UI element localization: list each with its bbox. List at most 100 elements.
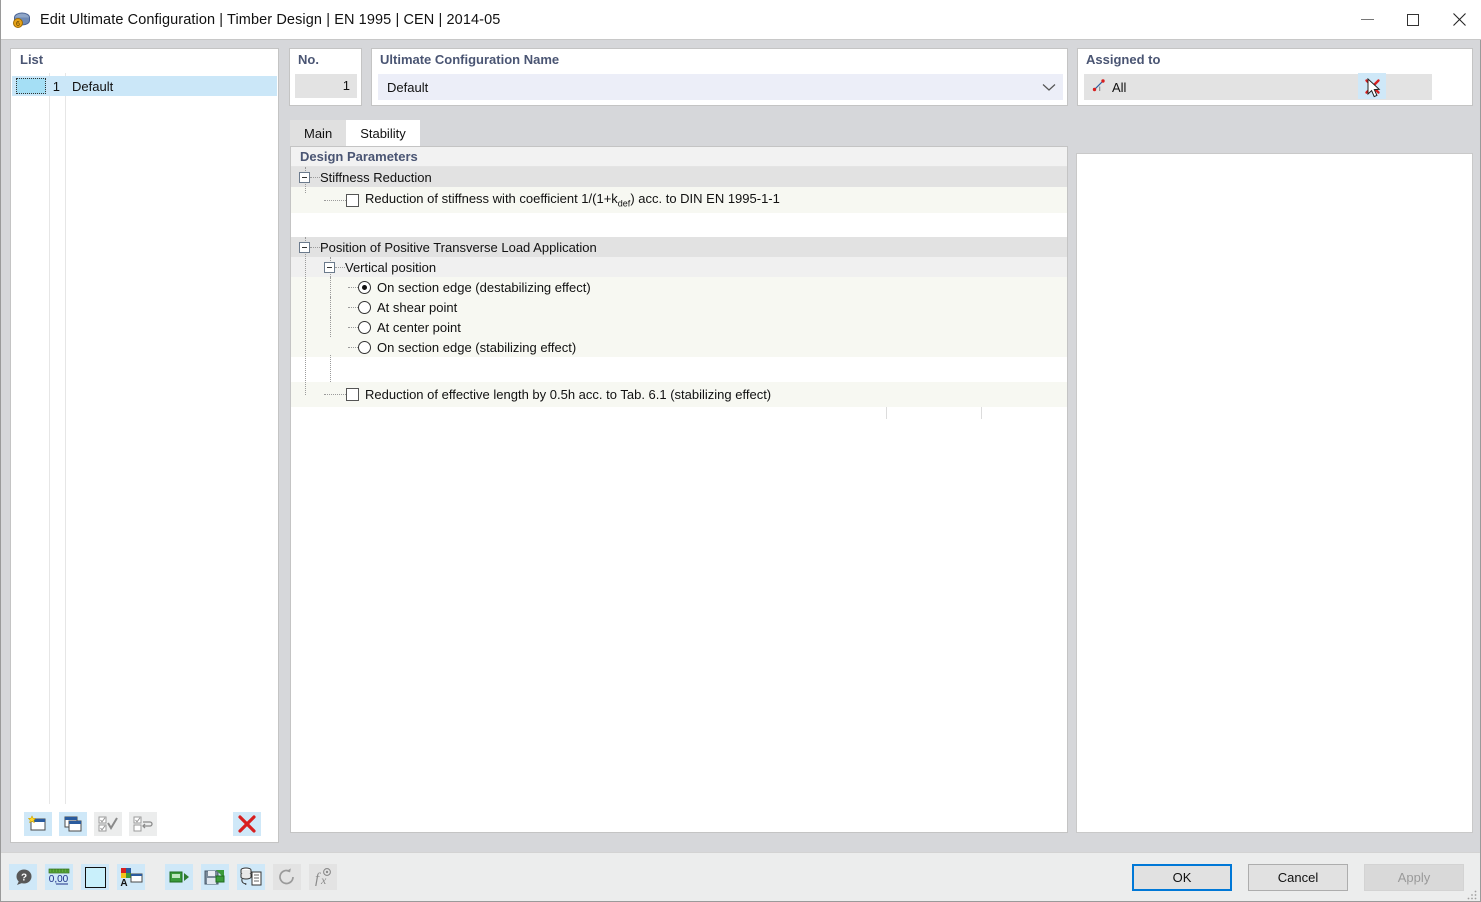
collapse-icon[interactable] (299, 241, 310, 253)
tab-bar: Main Stability (290, 120, 420, 146)
radio-row-at-center-point[interactable]: At center point (291, 297, 1067, 337)
subgroup-row-vertical-position[interactable]: Vertical position (291, 237, 1067, 277)
name-combobox-value: Default (387, 79, 429, 95)
list-item-label: Default (72, 78, 114, 94)
apply-button: Apply (1364, 863, 1464, 891)
maximize-icon (1407, 13, 1419, 26)
tree-dash (348, 326, 358, 328)
save-green-icon (204, 869, 225, 884)
window-controls (1344, 0, 1481, 40)
stiffness-reduction-label: Reduction of stiffness with coefficient … (365, 191, 780, 209)
database-report-button[interactable] (237, 864, 265, 890)
maximize-button[interactable] (1390, 0, 1436, 40)
copy-window-icon (64, 816, 82, 832)
import-button[interactable] (165, 864, 193, 890)
svg-text:I: I (1099, 87, 1101, 92)
tab-stability[interactable]: Stability (346, 120, 420, 146)
units-0-00-icon: 0,00 (48, 868, 70, 885)
tree-dash (348, 306, 358, 308)
new-configuration-button[interactable] (24, 812, 52, 836)
dialog-buttons: OK Cancel Apply (1116, 863, 1480, 891)
list-panel: List 1 Default (10, 48, 279, 843)
database-document-icon (240, 867, 262, 886)
radio-row-on-section-edge-destabilizing[interactable]: On section edge (destabilizing effect) (291, 257, 1067, 297)
reset-button (273, 864, 301, 890)
group-row-load-application[interactable]: Position of Positive Transverse Load App… (291, 237, 1067, 257)
chevron-down-icon (1042, 80, 1056, 95)
spacer-row (291, 213, 1067, 237)
preview-panel (1076, 153, 1473, 833)
assigned-to-label: Assigned to (1086, 52, 1161, 67)
display-properties-button[interactable]: A (117, 864, 145, 890)
red-x-icon (238, 815, 256, 833)
copy-configuration-button[interactable] (59, 812, 87, 836)
svg-text:0,00: 0,00 (49, 874, 69, 885)
parameter-row-effective-length-reduction-checkbox[interactable]: Reduction of effective length by 0.5h ac… (291, 242, 1067, 407)
vertical-position-radio-section-edge-destabilizing[interactable] (358, 280, 371, 294)
tree-dash (324, 199, 346, 201)
effective-length-reduction-checkbox[interactable] (346, 388, 359, 401)
fx-icon: f x (315, 868, 331, 887)
design-parameters-header: Design Parameters (291, 147, 1067, 167)
help-button[interactable]: ? (9, 864, 37, 890)
tab-main[interactable]: Main (290, 120, 347, 146)
question-bubble-icon: ? (16, 869, 31, 885)
tree-guide-vertical (304, 242, 306, 395)
radio-row-on-section-edge-stabilizing[interactable]: On section edge (stabilizing effect) (291, 317, 1067, 357)
row-selection-marker (16, 78, 46, 94)
bottom-toolbar: ? 0,00 A f x OK Cancel Apply (1, 852, 1480, 901)
tree-dash (348, 286, 358, 288)
undo-circle-icon (279, 868, 294, 885)
tree-dash (310, 176, 320, 178)
export-button[interactable] (201, 864, 229, 890)
units-decimal-places-button[interactable]: 0,00 (45, 864, 73, 890)
tree-dash (310, 246, 320, 248)
name-combobox[interactable]: Default (378, 74, 1063, 100)
design-parameters-panel: Design Parameters Stiffness Reduction Re… (290, 146, 1068, 833)
vertical-position-radio-shear-point[interactable] (358, 300, 371, 314)
radio-row-at-shear-point[interactable]: At shear point (291, 277, 1067, 317)
edit-ultimate-configuration-dialog: 6 Edit Ultimate Configuration | Timber D… (0, 0, 1481, 902)
number-field-panel: No. 1 (289, 48, 362, 106)
group-label: Position of Positive Transverse Load App… (320, 239, 597, 255)
vertical-position-radio-section-edge-stabilizing[interactable] (358, 340, 371, 354)
tree-dash (348, 346, 358, 348)
svg-text:?: ? (20, 872, 26, 883)
assigned-to-value: All (1112, 79, 1127, 95)
radio-label: On section edge (stabilizing effect) (377, 339, 577, 355)
radio-label: At shear point (377, 299, 458, 315)
new-window-star-icon (28, 815, 46, 831)
tree-dash (335, 266, 345, 268)
invert-selection-button (129, 812, 157, 836)
list-column-separator-2 (65, 73, 66, 804)
radio-label: On section edge (destabilizing effect) (377, 279, 591, 295)
list-panel-header: List (11, 49, 278, 71)
ok-button[interactable]: OK (1132, 863, 1232, 891)
collapse-icon[interactable] (299, 171, 310, 183)
tree-guide-vertical (329, 317, 331, 337)
cancel-button[interactable]: Cancel (1248, 863, 1348, 891)
number-field-value[interactable]: 1 (295, 74, 357, 98)
vertical-position-radio-center-point[interactable] (358, 320, 371, 334)
list-item[interactable]: 1 Default (12, 76, 277, 96)
resize-grip-icon[interactable] (1467, 888, 1477, 900)
minimize-button[interactable] (1344, 0, 1390, 40)
window-title: Edit Ultimate Configuration | Timber Des… (40, 11, 501, 28)
formula-button: f x (309, 864, 337, 890)
group-label: Stiffness Reduction (320, 169, 432, 185)
list-item-number: 1 (52, 78, 60, 94)
number-field-label: No. (298, 52, 319, 67)
group-row-stiffness-reduction[interactable]: Stiffness Reduction (291, 167, 1067, 187)
stiffness-reduction-checkbox[interactable] (346, 193, 359, 207)
mouse-cursor-icon (1367, 77, 1383, 103)
color-swatch-button[interactable] (81, 864, 109, 890)
tree-dash (324, 394, 346, 395)
parameter-row-stiffness-reduction-checkbox[interactable]: Reduction of stiffness with coefficient … (291, 167, 1067, 213)
collapse-icon[interactable] (324, 261, 335, 273)
close-button[interactable] (1436, 0, 1481, 40)
import-green-icon (169, 871, 189, 883)
subgroup-label: Vertical position (345, 259, 437, 275)
spacer-row (291, 355, 1067, 382)
delete-configuration-button[interactable] (233, 812, 261, 836)
parameters-grid: Stiffness Reduction Reduction of stiffne… (291, 167, 1067, 419)
